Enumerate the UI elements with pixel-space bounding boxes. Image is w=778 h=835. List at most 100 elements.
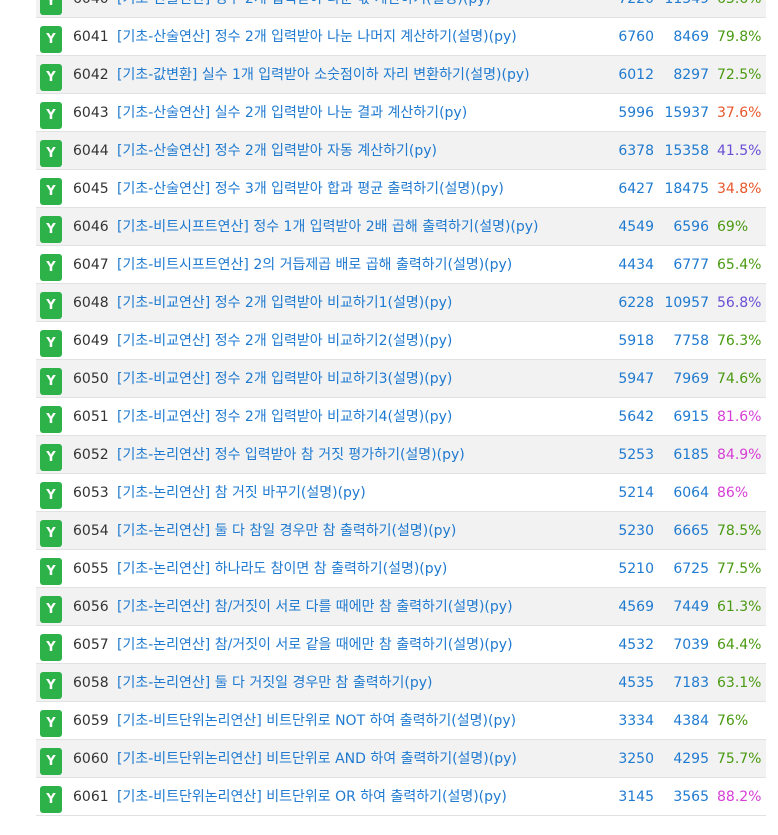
submission-count: 4384 xyxy=(673,713,709,729)
solved-count: 4434 xyxy=(618,257,654,273)
problem-number: 6044 xyxy=(73,143,109,159)
accuracy-rate: 34.8% xyxy=(717,181,762,197)
solved-count: 5253 xyxy=(618,447,654,463)
solved-check-badge: Y xyxy=(40,558,62,585)
solved-count: 5214 xyxy=(618,485,654,501)
problem-row: Y 6054 [기초-논리연산] 둘 다 참일 경우만 참 출력하기(설명)(p… xyxy=(36,512,766,550)
problem-title-link[interactable]: [기초-비트단위논리연산] 비트단위로 AND 하여 출력하기(설명)(py) xyxy=(117,740,517,779)
solved-check-badge: Y xyxy=(40,710,62,737)
solved-check-badge: Y xyxy=(40,368,62,395)
accuracy-rate: 56.8% xyxy=(717,295,762,311)
solved-count: 5642 xyxy=(618,409,654,425)
submission-count: 7758 xyxy=(673,333,709,349)
submission-count: 8469 xyxy=(673,29,709,45)
problem-title-link[interactable]: [기초-논리연산] 참/거짓이 서로 다를 때에만 참 출력하기(설명)(py) xyxy=(117,588,513,627)
problem-number: 6055 xyxy=(73,561,109,577)
solved-check-badge: Y xyxy=(40,26,62,53)
problem-row: Y 6040 [기초-산술연산] 정수 2개 입력받아 나눈 몫 계산하기(설명… xyxy=(36,0,766,18)
solved-check-badge: Y xyxy=(40,672,62,699)
problem-row: Y 6057 [기초-논리연산] 참/거짓이 서로 같을 때에만 참 출력하기(… xyxy=(36,626,766,664)
problem-title-link[interactable]: [기초-비트시프트연산] 2의 거듭제곱 배로 곱해 출력하기(설명)(py) xyxy=(117,246,512,285)
problem-row: Y 6044 [기초-산술연산] 정수 2개 입력받아 자동 계산하기(py) … xyxy=(36,132,766,170)
problem-title-link[interactable]: [기초-산술연산] 실수 2개 입력받아 나눈 결과 계산하기(py) xyxy=(117,94,467,133)
solved-check-badge: Y xyxy=(40,406,62,433)
problem-row: Y 6049 [기초-비교연산] 정수 2개 입력받아 비교하기2(설명)(py… xyxy=(36,322,766,360)
problem-row: Y 6048 [기초-비교연산] 정수 2개 입력받아 비교하기1(설명)(py… xyxy=(36,284,766,322)
solved-count: 6427 xyxy=(618,181,654,197)
solved-count: 6228 xyxy=(618,295,654,311)
solved-check-badge: Y xyxy=(40,0,62,15)
problem-title-link[interactable]: [기초-비트단위논리연산] 비트단위로 OR 하여 출력하기(설명)(py) xyxy=(117,778,507,817)
problem-title-link[interactable]: [기초-비교연산] 정수 2개 입력받아 비교하기2(설명)(py) xyxy=(117,322,452,361)
problem-title-link[interactable]: [기초-논리연산] 하나라도 참이면 참 출력하기(설명)(py) xyxy=(117,550,447,589)
submission-count: 11349 xyxy=(664,0,709,19)
submission-count: 6596 xyxy=(673,219,709,235)
problem-title-link[interactable]: [기초-비트단위논리연산] 비트단위로 NOT 하여 출력하기(설명)(py) xyxy=(117,702,516,741)
submission-count: 7449 xyxy=(673,599,709,615)
problem-row: Y 6060 [기초-비트단위논리연산] 비트단위로 AND 하여 출력하기(설… xyxy=(36,740,766,778)
problem-title-link[interactable]: [기초-산술연산] 정수 2개 입력받아 나눈 나머지 계산하기(설명)(py) xyxy=(117,18,517,57)
problem-title-link[interactable]: [기초-논리연산] 둘 다 거짓일 경우만 참 출력하기(py) xyxy=(117,664,433,703)
solved-check-badge: Y xyxy=(40,64,62,91)
submission-count: 6665 xyxy=(673,523,709,539)
solved-count: 7220 xyxy=(618,0,654,19)
solved-count: 5996 xyxy=(618,105,654,121)
submission-count: 6725 xyxy=(673,561,709,577)
solved-check-badge: Y xyxy=(40,748,62,775)
problem-title-link[interactable]: [기초-산술연산] 정수 2개 입력받아 나눈 몫 계산하기(설명)(py) xyxy=(117,0,491,19)
problem-title-link[interactable]: [기초-논리연산] 참 거짓 바꾸기(설명)(py) xyxy=(117,474,366,513)
solved-check-badge: Y xyxy=(40,140,62,167)
problem-number: 6054 xyxy=(73,523,109,539)
problem-title-link[interactable]: [기초-비교연산] 정수 2개 입력받아 비교하기3(설명)(py) xyxy=(117,360,452,399)
submission-count: 18475 xyxy=(664,181,709,197)
problem-number: 6056 xyxy=(73,599,109,615)
problem-title-link[interactable]: [기초-비트시프트연산] 정수 1개 입력받아 2배 곱해 출력하기(설명)(p… xyxy=(117,208,539,247)
problem-title-link[interactable]: [기초-비교연산] 정수 2개 입력받아 비교하기4(설명)(py) xyxy=(117,398,452,437)
solved-check-badge: Y xyxy=(40,330,62,357)
problem-number: 6041 xyxy=(73,29,109,45)
solved-check-badge: Y xyxy=(40,520,62,547)
solved-check-badge: Y xyxy=(40,444,62,471)
accuracy-rate: 72.5% xyxy=(717,67,762,83)
problem-title-link[interactable]: [기초-산술연산] 정수 2개 입력받아 자동 계산하기(py) xyxy=(117,132,437,171)
problem-number: 6058 xyxy=(73,675,109,691)
problem-list: Y 6040 [기초-산술연산] 정수 2개 입력받아 나눈 몫 계산하기(설명… xyxy=(36,0,766,816)
problem-number: 6042 xyxy=(73,67,109,83)
problem-title-link[interactable]: [기초-비교연산] 정수 2개 입력받아 비교하기1(설명)(py) xyxy=(117,284,452,323)
problem-row: Y 6046 [기초-비트시프트연산] 정수 1개 입력받아 2배 곱해 출력하… xyxy=(36,208,766,246)
solved-count: 6012 xyxy=(618,67,654,83)
problem-row: Y 6055 [기초-논리연산] 하나라도 참이면 참 출력하기(설명)(py)… xyxy=(36,550,766,588)
problem-title-link[interactable]: [기초-산술연산] 정수 3개 입력받아 합과 평균 출력하기(설명)(py) xyxy=(117,170,504,209)
problem-row: Y 6059 [기초-비트단위논리연산] 비트단위로 NOT 하여 출력하기(설… xyxy=(36,702,766,740)
solved-count: 5947 xyxy=(618,371,654,387)
problem-title-link[interactable]: [기초-논리연산] 참/거짓이 서로 같을 때에만 참 출력하기(설명)(py) xyxy=(117,626,513,665)
problem-title-link[interactable]: [기초-값변환] 실수 1개 입력받아 소숫점이하 자리 변환하기(설명)(py… xyxy=(117,56,530,95)
accuracy-rate: 78.5% xyxy=(717,523,762,539)
problem-row: Y 6043 [기초-산술연산] 실수 2개 입력받아 나눈 결과 계산하기(p… xyxy=(36,94,766,132)
submission-count: 10957 xyxy=(664,295,709,311)
solved-check-badge: Y xyxy=(40,102,62,129)
problem-title-link[interactable]: [기초-논리연산] 정수 입력받아 참 거짓 평가하기(설명)(py) xyxy=(117,436,465,475)
accuracy-rate: 61.3% xyxy=(717,599,762,615)
submission-count: 3565 xyxy=(673,789,709,805)
accuracy-rate: 76.3% xyxy=(717,333,762,349)
problem-row: Y 6052 [기초-논리연산] 정수 입력받아 참 거짓 평가하기(설명)(p… xyxy=(36,436,766,474)
accuracy-rate: 65.4% xyxy=(717,257,762,273)
solved-check-badge: Y xyxy=(40,292,62,319)
solved-count: 4535 xyxy=(618,675,654,691)
problem-row: Y 6053 [기초-논리연산] 참 거짓 바꾸기(설명)(py) 5214 6… xyxy=(36,474,766,512)
accuracy-rate: 86% xyxy=(717,485,749,501)
submission-count: 6777 xyxy=(673,257,709,273)
problem-row: Y 6042 [기초-값변환] 실수 1개 입력받아 소숫점이하 자리 변환하기… xyxy=(36,56,766,94)
problem-row: Y 6056 [기초-논리연산] 참/거짓이 서로 다를 때에만 참 출력하기(… xyxy=(36,588,766,626)
problem-row: Y 6061 [기초-비트단위논리연산] 비트단위로 OR 하여 출력하기(설명… xyxy=(36,778,766,816)
submission-count: 15358 xyxy=(664,143,709,159)
submission-count: 4295 xyxy=(673,751,709,767)
solved-count: 4532 xyxy=(618,637,654,653)
submission-count: 6185 xyxy=(673,447,709,463)
accuracy-rate: 64.4% xyxy=(717,637,762,653)
problem-title-link[interactable]: [기초-논리연산] 둘 다 참일 경우만 참 출력하기(설명)(py) xyxy=(117,512,456,551)
solved-check-badge: Y xyxy=(40,786,62,813)
problem-number: 6057 xyxy=(73,637,109,653)
submission-count: 15937 xyxy=(664,105,709,121)
